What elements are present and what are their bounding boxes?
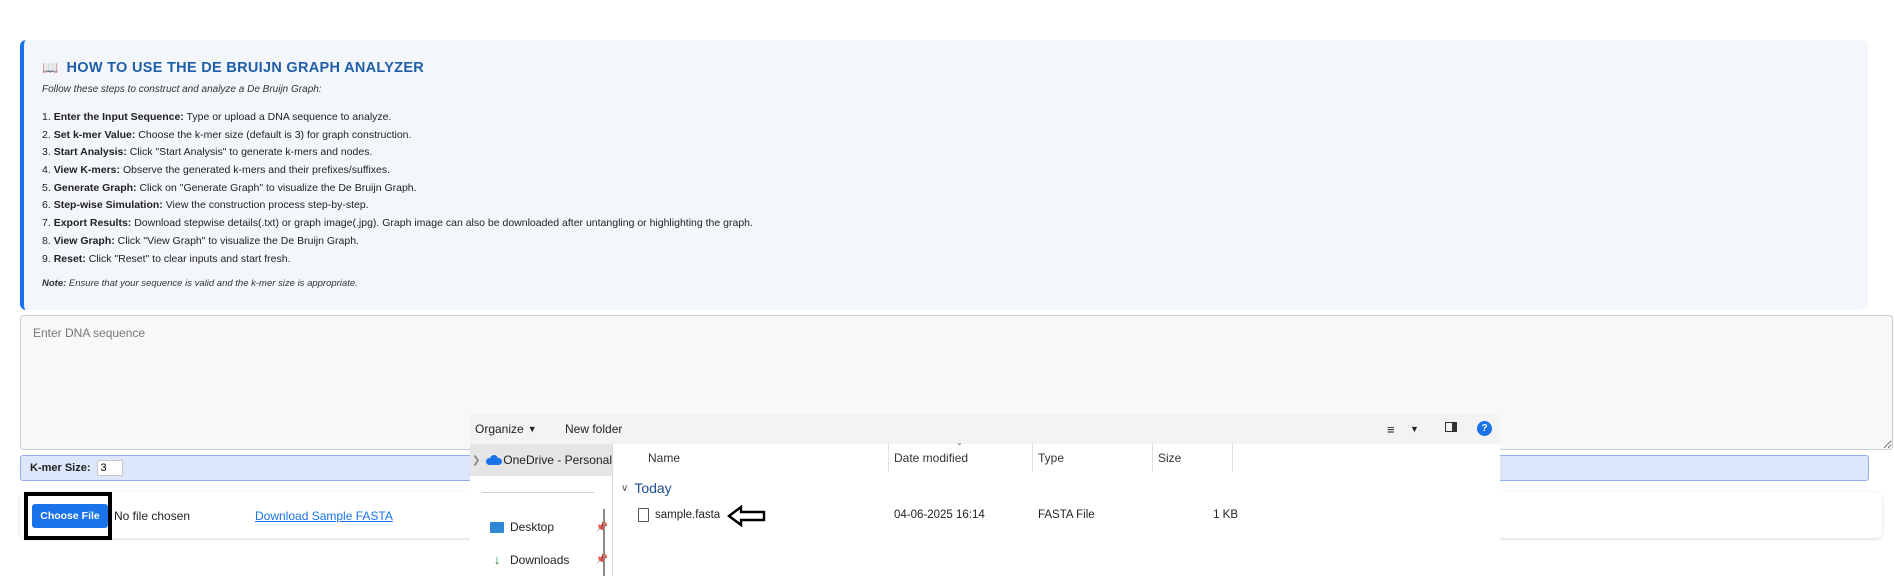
download-sample-fasta-link[interactable]: Download Sample FASTA: [255, 509, 393, 523]
organize-menu-button[interactable]: Organize ▼: [475, 422, 537, 436]
nav-item-desktop[interactable]: Desktop 📌: [490, 520, 608, 534]
nav-item-downloads[interactable]: ↓ Downloads 📌: [490, 552, 608, 567]
column-header-size[interactable]: Size: [1158, 444, 1181, 472]
instruction-steps: 1. Enter the Input Sequence: Type or upl…: [42, 109, 1850, 268]
step-item: 8. View Graph: Click "View Graph" to vis…: [42, 234, 359, 247]
group-label: Today: [634, 480, 672, 496]
step-item: 5. Generate Graph: Click on "Generate Gr…: [42, 181, 417, 194]
file-type: FASTA File: [1038, 509, 1095, 521]
new-folder-button[interactable]: New folder: [565, 422, 622, 436]
view-options-icon[interactable]: ≡: [1387, 422, 1395, 437]
column-header-date-modified[interactable]: Date modified: [894, 444, 968, 472]
file-dialog-nav-pane: ❯ OneDrive - Personal Desktop 📌 ↓ Downlo…: [470, 444, 612, 576]
group-header-today[interactable]: ∨ Today: [621, 480, 672, 496]
cloud-icon: [486, 455, 503, 465]
preview-pane-icon[interactable]: [1445, 422, 1457, 432]
chevron-right-icon[interactable]: ❯: [472, 455, 480, 466]
column-separator[interactable]: [1032, 444, 1033, 472]
step-item: 1. Enter the Input Sequence: Type or upl…: [42, 111, 392, 123]
step-item: 4. View K-mers: Observe the generated k-…: [42, 164, 391, 177]
nav-scrollbar[interactable]: [603, 509, 605, 576]
arrow-left-icon: [727, 505, 766, 527]
pin-icon: 📌: [595, 521, 608, 533]
nav-item-label: OneDrive - Personal: [503, 453, 612, 467]
nav-divider: [482, 492, 594, 493]
column-header-type[interactable]: Type: [1038, 444, 1064, 472]
nav-item-onedrive[interactable]: ❯ OneDrive - Personal: [470, 444, 612, 476]
organize-label: Organize: [475, 422, 524, 436]
file-date-modified: 04-06-2025 16:14: [894, 509, 985, 521]
desktop-icon: [490, 521, 504, 533]
book-icon: 📖: [42, 60, 59, 75]
column-separator[interactable]: [1232, 444, 1233, 472]
file-list-pane: ⌄ Name Date modified Type Size ∨ Today s…: [613, 438, 1500, 576]
instructions-panel: 📖 HOW TO USE THE DE BRUIJN GRAPH ANALYZE…: [20, 40, 1868, 310]
instructions-heading: 📖 HOW TO USE THE DE BRUIJN GRAPH ANALYZE…: [42, 60, 1850, 76]
instructions-note: Note: Ensure that your sequence is valid…: [42, 278, 358, 290]
step-item: 3. Start Analysis: Click "Start Analysis…: [42, 146, 373, 159]
file-icon: [638, 508, 649, 522]
file-status-text: No file chosen: [114, 509, 191, 523]
column-separator[interactable]: [1152, 444, 1153, 472]
step-item: 6. Step-wise Simulation: View the constr…: [42, 199, 369, 212]
step-item: 9. Reset: Click "Reset" to clear inputs …: [42, 252, 291, 265]
help-icon[interactable]: ?: [1477, 421, 1492, 436]
step-item: 2. Set k-mer Value: Choose the k-mer siz…: [42, 128, 412, 141]
instructions-title: HOW TO USE THE DE BRUIJN GRAPH ANALYZER: [66, 60, 425, 76]
choose-file-button[interactable]: Choose File: [32, 504, 108, 528]
instructions-intro: Follow these steps to construct and anal…: [42, 84, 322, 95]
chevron-down-icon: ∨: [621, 482, 629, 494]
file-name: sample.fasta: [655, 509, 721, 521]
nav-item-label: Desktop: [510, 520, 555, 534]
kmer-size-label: K-mer Size:: [30, 462, 91, 474]
caret-down-icon: ▼: [527, 424, 537, 434]
downloads-icon: ↓: [493, 552, 501, 567]
view-options-caret-icon[interactable]: ▼: [1410, 424, 1419, 434]
column-header-name[interactable]: Name: [648, 444, 680, 472]
step-item: 7. Export Results: Download stepwise det…: [42, 217, 753, 230]
file-dialog-toolbar: Organize ▼ New folder ≡ ▼ ?: [470, 414, 1500, 444]
file-size: 1 KB: [1213, 509, 1238, 521]
file-row[interactable]: sample.fasta 04-06-2025 16:14 FASTA File…: [613, 504, 1500, 528]
column-separator[interactable]: [888, 444, 889, 472]
kmer-size-input[interactable]: [96, 460, 123, 476]
pin-icon: 📌: [595, 554, 608, 565]
nav-item-label: Downloads: [510, 552, 570, 567]
